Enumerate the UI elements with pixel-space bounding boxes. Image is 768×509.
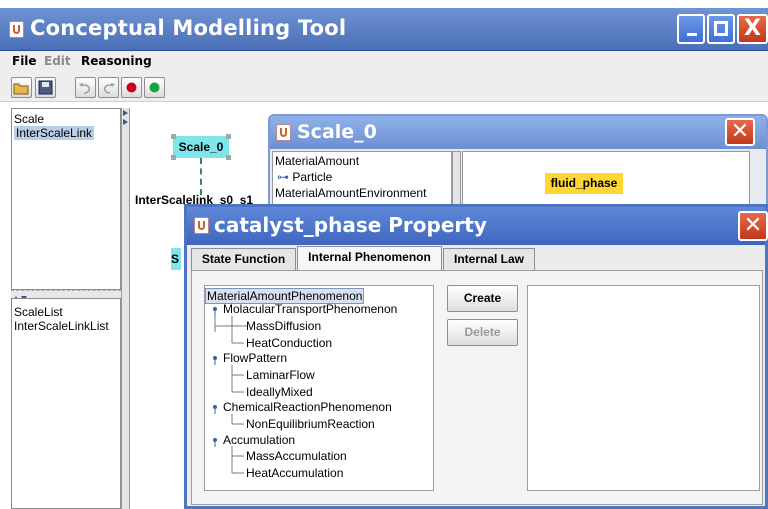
- tree-group-node[interactable]: MolacularTransportPhenomenon: [223, 302, 397, 316]
- minimize-button[interactable]: [677, 14, 705, 44]
- tree-leaf-node[interactable]: HeatConduction: [246, 336, 332, 350]
- tree-leaf-node[interactable]: MassAccumulation: [246, 449, 347, 463]
- resize-handle[interactable]: [171, 155, 176, 160]
- tree-leaf-node[interactable]: LaminarFlow: [246, 368, 315, 382]
- open-button[interactable]: [11, 77, 32, 98]
- list-item[interactable]: ScaleList: [14, 305, 63, 319]
- tab-state-function[interactable]: State Function: [191, 248, 296, 270]
- create-button[interactable]: Create: [447, 285, 518, 312]
- tree-leaf-node[interactable]: IdeallyMixed: [246, 385, 313, 399]
- dialog-close-button[interactable]: ✕: [738, 211, 768, 241]
- record-red-icon: [126, 82, 137, 93]
- element-type-list: Scale InterScaleLink: [11, 108, 121, 290]
- scale-window: Scale_0 ✕ MaterialAmount ⊶ Particle Mate…: [268, 114, 768, 216]
- tab-internal-phenomenon[interactable]: Internal Phenomenon: [297, 246, 442, 270]
- dialog-title-bar[interactable]: catalyst_phase Property ✕: [187, 207, 768, 245]
- tree-node[interactable]: MaterialAmount: [275, 154, 359, 168]
- menu-edit[interactable]: Edit: [44, 54, 71, 68]
- minimize-icon: [687, 33, 697, 36]
- tree-node[interactable]: ⊶ Particle: [277, 170, 332, 184]
- tree-group-node[interactable]: FlowPattern: [223, 351, 287, 365]
- app-title: Conceptual Modelling Tool: [30, 16, 347, 40]
- dialog-title: catalyst_phase Property: [214, 213, 487, 237]
- selected-phenomena-list[interactable]: [527, 285, 760, 491]
- property-dialog: catalyst_phase Property ✕ State Function…: [184, 204, 768, 509]
- java-app-icon: [194, 217, 209, 234]
- main-title-bar[interactable]: Conceptual Modelling Tool X: [0, 8, 768, 51]
- tree-leaf-node[interactable]: HeatAccumulation: [246, 466, 343, 480]
- tree-group-node[interactable]: ChemicalReactionPhenomenon: [223, 400, 392, 414]
- resize-handle[interactable]: [226, 155, 231, 160]
- scale-window-close-button[interactable]: ✕: [725, 118, 755, 146]
- list-type-list: ScaleList InterScaleLinkList: [11, 298, 121, 509]
- resize-handle[interactable]: [226, 134, 231, 139]
- maximize-button[interactable]: [707, 14, 735, 44]
- vertical-splitter[interactable]: [121, 108, 130, 509]
- resize-handle[interactable]: [171, 134, 176, 139]
- list-item[interactable]: Scale: [14, 112, 44, 126]
- horizontal-splitter[interactable]: [11, 290, 121, 301]
- scale-window-title: Scale_0: [297, 121, 377, 143]
- java-app-icon: [276, 124, 291, 141]
- tree-expander-icon: ⊶: [277, 170, 293, 184]
- close-icon: ✕: [730, 119, 750, 144]
- close-icon: X: [744, 16, 761, 41]
- open-folder-icon: [13, 83, 29, 95]
- undo-icon: [79, 83, 90, 94]
- toolbar: [0, 74, 768, 102]
- scale-window-title-bar[interactable]: Scale_0 ✕: [270, 116, 766, 149]
- java-app-icon: [9, 21, 24, 38]
- scale-node[interactable]: S: [171, 248, 181, 270]
- maximize-icon: [714, 21, 728, 36]
- tree-node[interactable]: MaterialAmountEnvironment: [275, 186, 426, 200]
- save-button[interactable]: [35, 77, 56, 98]
- close-button[interactable]: X: [737, 14, 768, 44]
- phase-node[interactable]: fluid_phase: [545, 173, 623, 194]
- redo-icon: [104, 83, 115, 94]
- close-icon: ✕: [743, 213, 763, 238]
- menu-file[interactable]: File: [12, 54, 37, 68]
- tree-group-node[interactable]: Accumulation: [223, 433, 295, 447]
- delete-button[interactable]: Delete: [447, 319, 518, 346]
- splitter-arrows-icon: [123, 110, 128, 125]
- scale-node[interactable]: Scale_0: [173, 136, 229, 158]
- record-button[interactable]: [121, 77, 142, 98]
- list-item-selected[interactable]: InterScaleLink: [14, 126, 95, 140]
- undo-button[interactable]: [75, 77, 96, 98]
- run-button[interactable]: [144, 77, 165, 98]
- save-icon: [38, 80, 53, 95]
- phenomenon-tree: MaterialAmountPhenomenon MolacularTransp…: [204, 285, 434, 491]
- list-item[interactable]: InterScaleLinkList: [14, 319, 109, 333]
- tree-leaf-node[interactable]: MassDiffusion: [246, 319, 321, 333]
- run-green-icon: [149, 82, 160, 93]
- menu-bar: File Edit Reasoning: [0, 51, 768, 74]
- tab-internal-law[interactable]: Internal Law: [443, 248, 535, 270]
- redo-button[interactable]: [98, 77, 119, 98]
- menu-reasoning[interactable]: Reasoning: [81, 54, 152, 68]
- tab-content-panel: MaterialAmountPhenomenon MolacularTransp…: [191, 270, 763, 505]
- tree-leaf-node[interactable]: NonEquilibriumReaction: [246, 417, 375, 431]
